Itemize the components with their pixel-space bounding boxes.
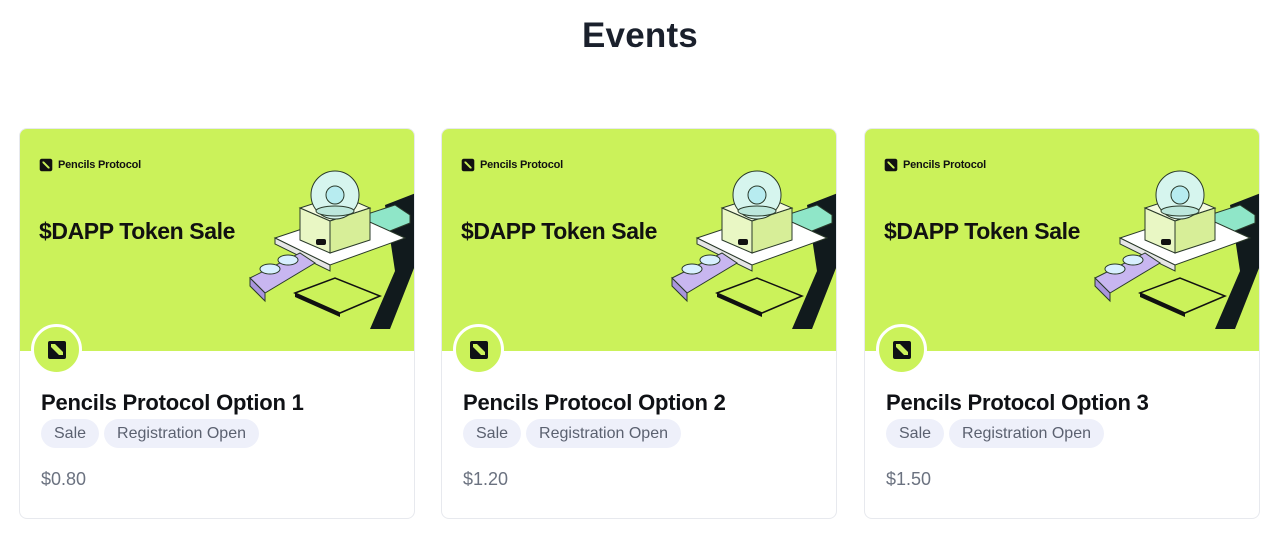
pencils-logo-icon — [39, 158, 53, 172]
banner-brand-name: Pencils Protocol — [903, 159, 986, 171]
event-tags: Sale Registration Open — [886, 419, 1104, 448]
project-logo-badge — [453, 324, 504, 375]
event-price: $0.80 — [41, 469, 87, 489]
event-cards: Pencils Protocol $DAPP Token Sale Pencil… — [19, 128, 1261, 520]
event-card[interactable]: Pencils Protocol $DAPP Token Sale Pencil… — [19, 128, 415, 519]
event-banner[interactable]: Pencils Protocol $DAPP Token Sale — [442, 129, 836, 351]
event-title: Pencils Protocol Option 2 — [463, 390, 726, 415]
event-card[interactable]: Pencils Protocol $DAPP Token Sale Pencil… — [864, 128, 1260, 519]
project-logo-badge — [31, 324, 82, 375]
event-tags: Sale Registration Open — [463, 419, 681, 448]
pencils-protocol-logo-icon — [47, 340, 66, 359]
event-card[interactable]: Pencils Protocol $DAPP Token Sale Pencil… — [441, 128, 837, 519]
tag-registration-open: Registration Open — [104, 419, 259, 448]
event-tags: Sale Registration Open — [41, 419, 259, 448]
banner-headline: $DAPP Token Sale — [39, 218, 235, 244]
pencils-protocol-logo-icon — [469, 340, 488, 359]
tag-sale: Sale — [886, 419, 945, 448]
banner-headline: $DAPP Token Sale — [884, 218, 1080, 244]
project-logo-badge — [876, 324, 927, 375]
tag-sale: Sale — [41, 419, 100, 448]
banner-brand-name: Pencils Protocol — [480, 159, 563, 171]
pencils-logo-icon — [884, 158, 898, 172]
tag-registration-open: Registration Open — [949, 419, 1104, 448]
pencils-protocol-logo-icon — [892, 340, 911, 359]
page-title: Events — [582, 16, 698, 55]
banner-brand: Pencils Protocol — [461, 158, 563, 172]
event-title: Pencils Protocol Option 1 — [41, 390, 304, 415]
token-machine-illustration — [249, 170, 414, 329]
pencils-logo-icon — [461, 158, 475, 172]
tag-sale: Sale — [463, 419, 522, 448]
event-price: $1.50 — [886, 469, 932, 489]
tag-registration-open: Registration Open — [526, 419, 681, 448]
event-title: Pencils Protocol Option 3 — [886, 390, 1149, 415]
event-banner[interactable]: Pencils Protocol $DAPP Token Sale — [20, 129, 414, 351]
banner-brand: Pencils Protocol — [884, 158, 986, 172]
banner-brand: Pencils Protocol — [39, 158, 141, 172]
event-price: $1.20 — [463, 469, 509, 489]
event-banner[interactable]: Pencils Protocol $DAPP Token Sale — [865, 129, 1259, 351]
token-machine-illustration — [671, 170, 836, 329]
token-machine-illustration — [1094, 170, 1259, 329]
banner-headline: $DAPP Token Sale — [461, 218, 657, 244]
banner-brand-name: Pencils Protocol — [58, 159, 141, 171]
